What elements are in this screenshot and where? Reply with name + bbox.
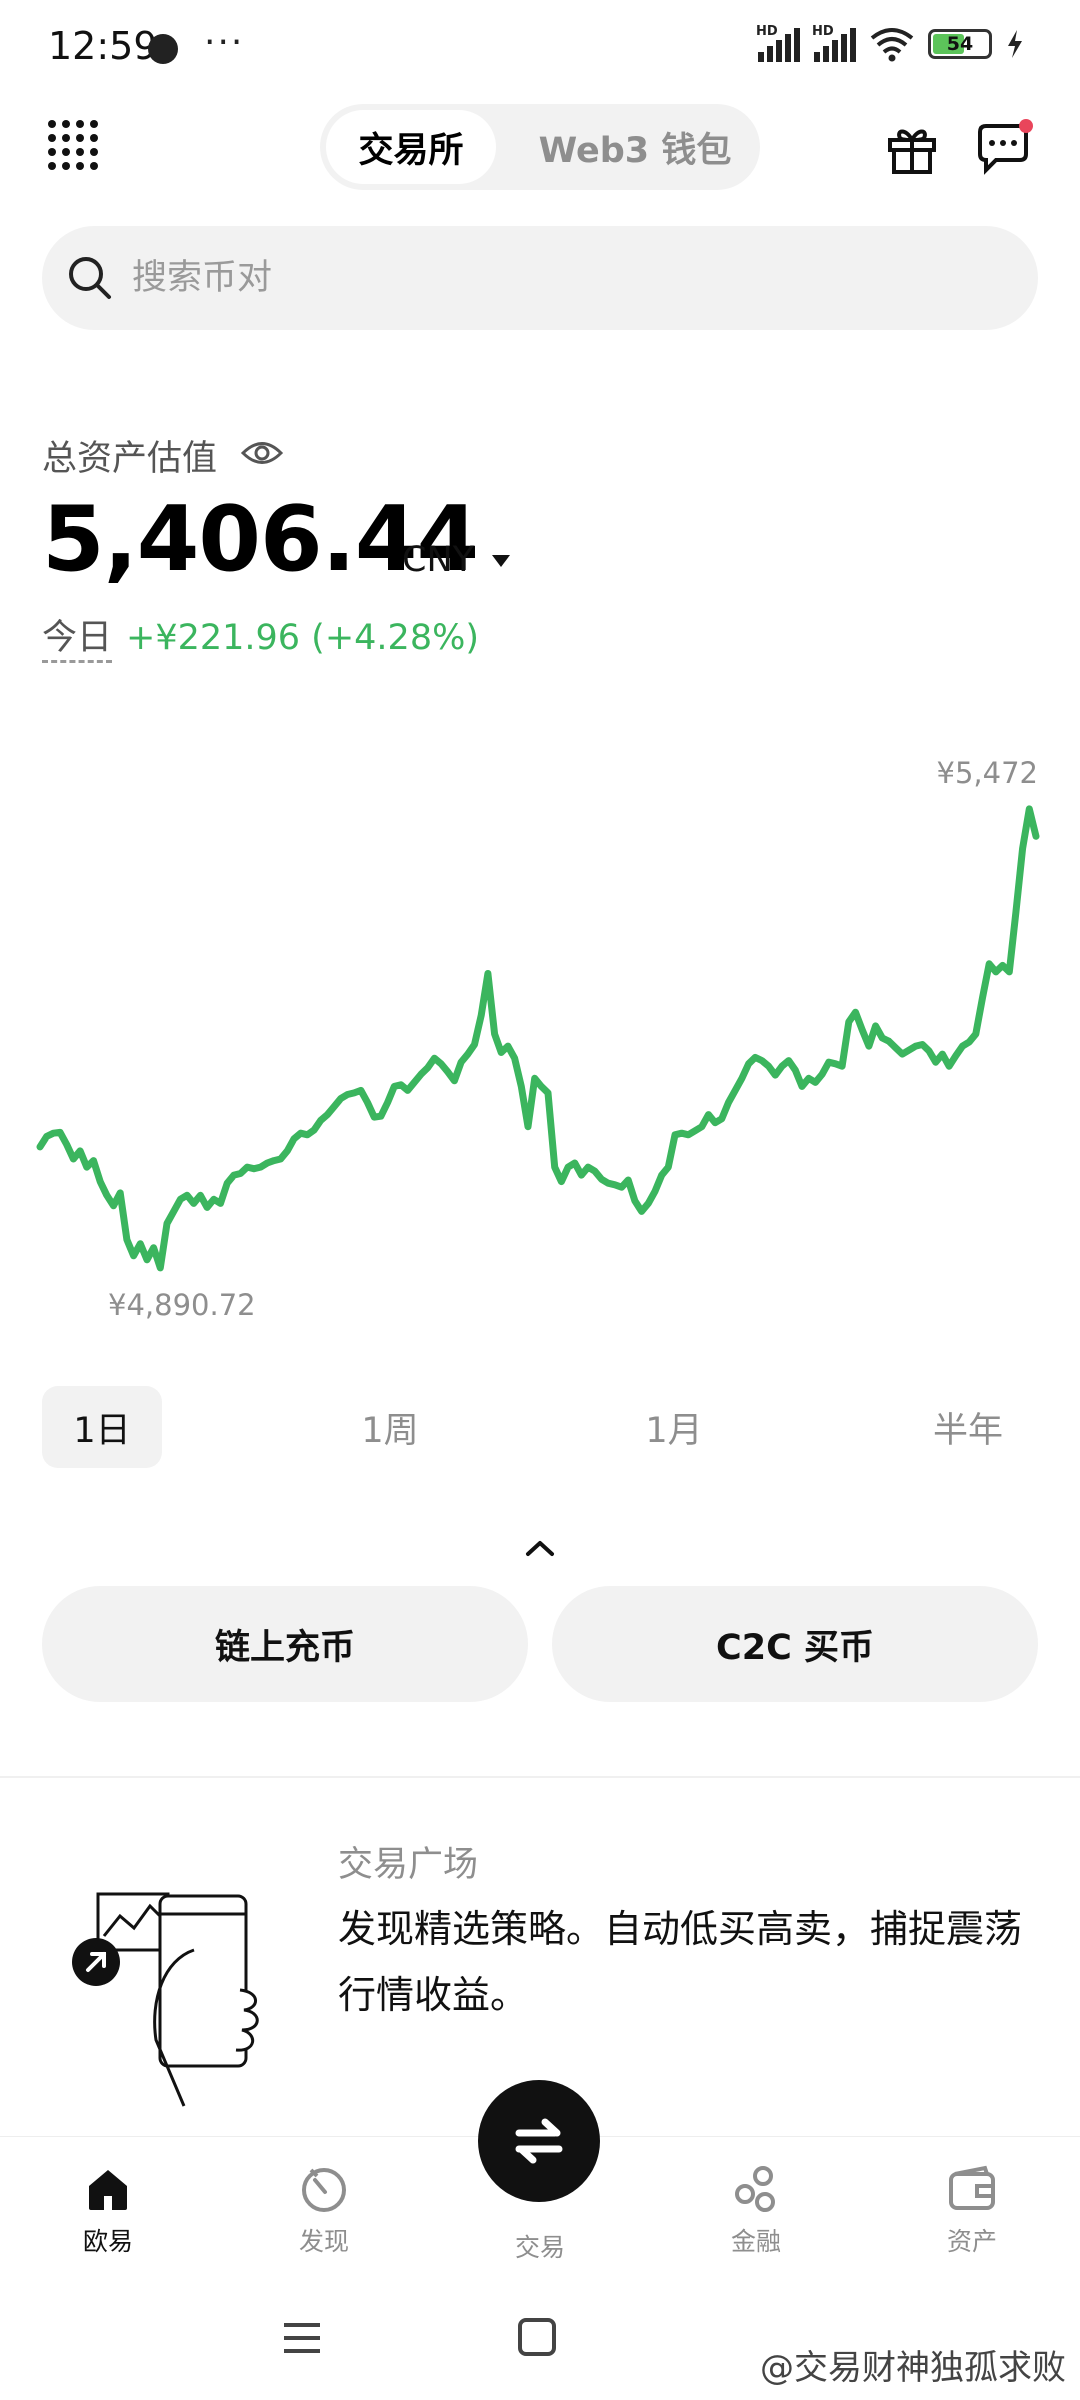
- section-divider: [0, 1776, 1080, 1778]
- trade-fab[interactable]: [478, 2080, 600, 2202]
- charging-icon: [1008, 30, 1022, 58]
- chevron-up-icon[interactable]: [522, 1536, 558, 1560]
- trading-plaza-illustration[interactable]: [64, 1880, 284, 2110]
- nav-label-assets: 资产: [946, 2227, 997, 2256]
- nav-trade[interactable]: 交易: [470, 2228, 610, 2264]
- eye-icon[interactable]: [240, 436, 284, 470]
- nav-label-discover: 发现: [298, 2227, 349, 2256]
- gift-icon[interactable]: [884, 120, 940, 176]
- battery-icon: 54: [928, 29, 992, 59]
- period-1w[interactable]: 1周: [330, 1386, 450, 1468]
- today-label[interactable]: 今日: [42, 616, 113, 663]
- wallet-icon: [949, 2165, 995, 2210]
- chart-series-line: [36, 805, 1040, 1272]
- period-1m[interactable]: 1月: [614, 1386, 734, 1468]
- promo-text[interactable]: 发现精选策略。自动低买高卖，捕捉震荡行情收益。: [338, 1896, 1038, 2028]
- search-bar[interactable]: 搜索币对: [42, 226, 1038, 330]
- nav-label-trade: 交易: [514, 2233, 565, 2262]
- swap-icon: [515, 2118, 563, 2164]
- recent-apps-icon[interactable]: [282, 2320, 322, 2356]
- chart-max-label: ¥5,472: [936, 756, 1038, 790]
- tab-exchange[interactable]: 交易所: [326, 110, 496, 184]
- today-change: +¥221.96 (+4.28%): [126, 618, 480, 658]
- chart-min-label: ¥4,890.72: [108, 1288, 256, 1322]
- more-notifications-icon: ···: [204, 22, 245, 63]
- onchain-deposit-button[interactable]: 链上充币: [42, 1586, 528, 1702]
- nav-assets[interactable]: 资产: [902, 2162, 1042, 2258]
- asset-line-chart[interactable]: [0, 740, 1080, 1340]
- watermark-text: @交易财神独孤求败: [760, 2348, 1066, 2388]
- system-home-icon[interactable]: [518, 2318, 556, 2356]
- wifi-icon: [870, 28, 914, 62]
- home-icon: [89, 2170, 127, 2210]
- notification-dot-icon: [148, 34, 178, 64]
- search-icon: [69, 257, 111, 299]
- compass-icon: [302, 2168, 346, 2212]
- signal-hd-2-icon: HD: [812, 24, 856, 62]
- status-indicators: HD HD 54: [756, 24, 1024, 62]
- period-6m[interactable]: 半年: [908, 1386, 1028, 1468]
- nav-discover[interactable]: 发现: [254, 2162, 394, 2258]
- nav-okx[interactable]: 欧易: [38, 2162, 178, 2258]
- promo-tag: 交易广场: [338, 1845, 479, 1885]
- message-icon[interactable]: [974, 118, 1034, 178]
- period-1d[interactable]: 1日: [42, 1386, 162, 1468]
- status-time: 12:59: [48, 24, 158, 68]
- mode-switch: 交易所 Web3 钱包: [320, 104, 760, 190]
- currency-selector[interactable]: CNY: [402, 540, 474, 580]
- nav-finance[interactable]: 金融: [686, 2162, 826, 2258]
- finance-icon: [735, 2166, 775, 2212]
- total-assets-label: 总资产估值: [42, 439, 218, 479]
- signal-hd-1-icon: HD: [756, 24, 800, 62]
- caret-down-icon[interactable]: [492, 555, 510, 567]
- c2c-buy-button[interactable]: C2C 买币: [552, 1586, 1038, 1702]
- tab-web3-wallet[interactable]: Web3 钱包: [520, 110, 750, 184]
- search-input[interactable]: 搜索币对: [132, 252, 272, 304]
- nav-label-okx: 欧易: [82, 2227, 133, 2256]
- battery-level: 54: [946, 33, 974, 55]
- status-bar: 12:59 ··· HD HD 54: [0, 0, 1080, 100]
- nav-label-finance: 金融: [730, 2227, 781, 2256]
- menu-grid-icon[interactable]: [48, 120, 98, 170]
